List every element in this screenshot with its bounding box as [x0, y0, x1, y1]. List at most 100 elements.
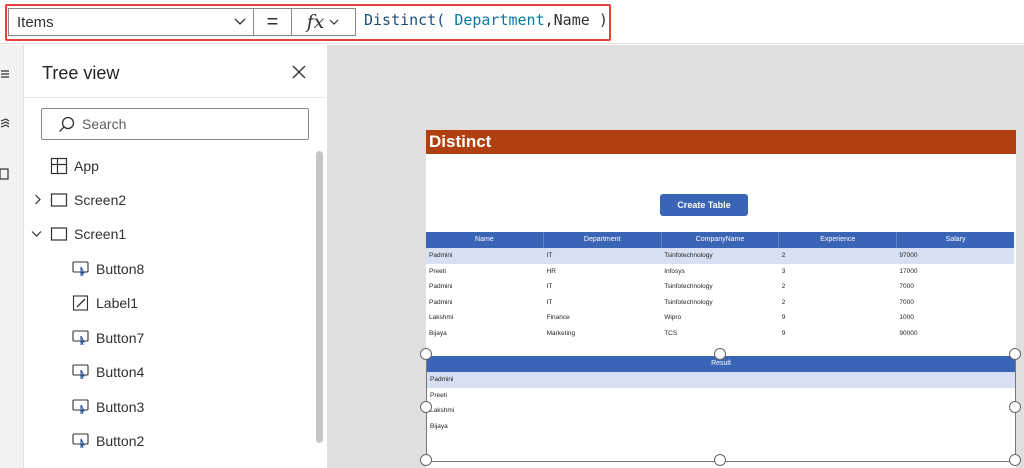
table-cell: 7000	[899, 283, 914, 290]
tree-item-screen1[interactable]: Screen1	[24, 217, 314, 251]
table-cell: 2	[781, 298, 786, 306]
result-row[interactable]: Lakshmi	[427, 403, 1015, 419]
result-row[interactable]: Padmini	[427, 372, 1015, 388]
table-row[interactable]: Preeti HR Infosys 3 17000	[426, 264, 1014, 280]
column-header-name[interactable]: Name	[426, 232, 544, 248]
column-header-salary[interactable]: Salary	[897, 232, 1014, 248]
tree-item-label: Screen2	[74, 192, 127, 208]
layers-icon[interactable]	[0, 117, 14, 131]
formula-bar: Items = fx Distinct( Department,Name )	[0, 0, 1024, 44]
resize-handle-bottom-left[interactable]	[420, 454, 432, 466]
table-cell: IT	[546, 298, 553, 306]
table-cell: Tsinfotechnology	[664, 252, 713, 259]
table-cell: 3	[781, 267, 786, 275]
tree-item-label: Screen1	[74, 226, 127, 242]
table-cell: Infosys	[664, 267, 685, 275]
table-cell: Bijaya	[429, 329, 447, 337]
table-cell: Padmini	[429, 283, 453, 290]
table-row[interactable]: Padmini IT Tsinfotechnology 2 97000	[426, 248, 1014, 264]
resize-handle-middle-left[interactable]	[420, 401, 432, 413]
hamburger-icon[interactable]	[0, 67, 14, 81]
tree-item-label: Button4	[96, 364, 145, 380]
tree-item-button3[interactable]: Button3	[24, 390, 314, 424]
tree-item-label: Button2	[96, 433, 145, 449]
result-row[interactable]: Preeti	[427, 388, 1015, 404]
table-cell: 17000	[899, 267, 918, 275]
left-rail	[0, 45, 24, 468]
screen-header-label[interactable]: Distinct	[426, 130, 1016, 154]
tree-item-label1[interactable]: Label1	[24, 286, 314, 320]
column-header-department[interactable]: Department	[544, 232, 662, 248]
table-cell: Padmini	[429, 298, 453, 306]
table-cell: 1000	[899, 314, 914, 321]
tree-search-box[interactable]	[41, 108, 309, 140]
column-header-experience[interactable]: Experience	[779, 232, 898, 248]
search-input[interactable]	[82, 114, 302, 134]
screen-icon	[50, 193, 68, 207]
resize-handle-top-left[interactable]	[420, 348, 432, 360]
table-cell: 9	[781, 329, 786, 337]
formula-highlight-box	[5, 4, 611, 41]
result-gallery[interactable]: Result Padmini Preeti Lakshmi Bijaya	[426, 356, 1016, 464]
table-row[interactable]: Bijaya Marketing TCS 9 90000	[426, 326, 1014, 342]
table-cell: Preeti	[429, 267, 446, 275]
chevron-down-icon[interactable]	[31, 228, 42, 239]
tree-item-button7[interactable]: Button7	[24, 321, 314, 355]
table-cell: HR	[546, 267, 556, 275]
chevron-right-icon[interactable]	[32, 194, 43, 205]
tree-item-label: Button7	[96, 330, 145, 346]
table-cell: Finance	[546, 314, 570, 321]
table-cell: 97000	[899, 252, 918, 259]
tree-item-app[interactable]: App	[24, 149, 314, 183]
table-cell: 2	[781, 252, 786, 259]
table-header-row: Name Department CompanyName Experience S…	[426, 232, 1014, 248]
tree-item-screen2[interactable]: Screen2	[24, 183, 314, 217]
table-cell: TCS	[664, 329, 678, 337]
resize-handle-top-center[interactable]	[714, 348, 726, 360]
table-cell: 2	[781, 283, 786, 290]
tree-item-button8[interactable]: Button8	[24, 252, 314, 286]
search-icon	[59, 116, 75, 132]
button-icon	[72, 399, 89, 415]
table-cell: IT	[546, 283, 553, 290]
tree-view-title: Tree view	[42, 63, 120, 83]
tree-item-button4[interactable]: Button4	[24, 355, 314, 389]
data-icon[interactable]	[0, 167, 14, 181]
label-icon	[72, 295, 89, 311]
result-row[interactable]: Bijaya	[427, 419, 1015, 435]
table-cell: IT	[546, 252, 553, 259]
screen-icon	[50, 227, 68, 241]
table-cell: 90000	[899, 329, 918, 337]
table-row[interactable]: Padmini IT Tsinfotechnology 2 7000	[426, 295, 1014, 311]
resize-handle-bottom-right[interactable]	[1009, 454, 1021, 466]
column-header-companyname[interactable]: CompanyName	[662, 232, 780, 248]
table-cell: Lakshmi	[429, 314, 454, 321]
button-icon	[72, 433, 89, 449]
table-cell: 7000	[899, 298, 914, 306]
table-row[interactable]: Padmini IT Tsinfotechnology 2 7000	[426, 279, 1014, 295]
tree-item-label: App	[74, 158, 99, 174]
resize-handle-bottom-center[interactable]	[714, 454, 726, 466]
divider	[24, 97, 328, 98]
table-cell: Marketing	[546, 329, 576, 337]
table-row[interactable]: Lakshmi Finance Wipro 9 1000	[426, 310, 1014, 326]
table-cell: Tsinfotechnology	[664, 298, 713, 306]
tree-view-panel: Tree view App Screen2 Screen1 Button8 La…	[24, 45, 328, 468]
tree-item-label: Button8	[96, 261, 145, 277]
button-icon	[72, 364, 89, 380]
resize-handle-middle-right[interactable]	[1009, 401, 1021, 413]
app-icon	[50, 157, 68, 175]
button-icon	[72, 261, 89, 277]
tree-item-label: Label1	[96, 295, 139, 311]
create-table-button[interactable]: Create Table	[660, 194, 748, 216]
tree-item-label: Button3	[96, 399, 145, 415]
close-icon[interactable]	[290, 63, 308, 81]
tree-scrollbar-thumb[interactable]	[316, 151, 323, 443]
tree-item-button2[interactable]: Button2	[24, 424, 314, 458]
table-cell: 9	[781, 314, 786, 321]
employee-data-table[interactable]: Name Department CompanyName Experience S…	[426, 232, 1014, 341]
table-cell: Wipro	[664, 314, 682, 321]
resize-handle-top-right[interactable]	[1009, 348, 1021, 360]
button-icon	[72, 330, 89, 346]
app-screen[interactable]: Distinct Create Table Name Department Co…	[426, 130, 1016, 468]
